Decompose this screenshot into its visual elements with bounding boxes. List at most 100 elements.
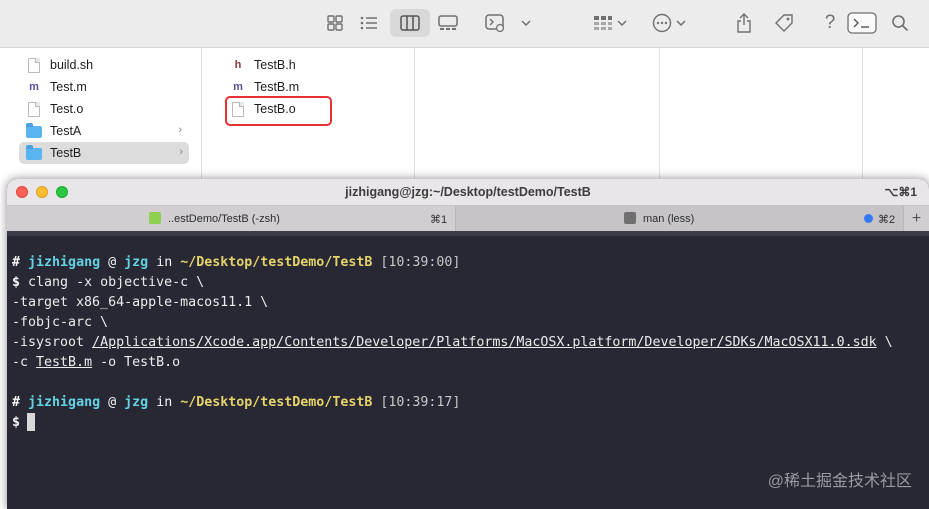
file-item-testb-m[interactable]: m TestB.m: [230, 76, 400, 98]
prompt-at: @: [108, 395, 117, 410]
document-icon: [26, 101, 42, 117]
header-file-icon: h: [234, 59, 242, 71]
icon-view-button[interactable]: [322, 9, 348, 37]
chevron-right-icon: ›: [179, 146, 183, 158]
gallery-icon: [438, 15, 458, 30]
prompt-in: in: [156, 255, 173, 270]
command-line-2: -target x86_64-apple-macos11.1 \: [12, 295, 269, 310]
prompt-hash: #: [12, 255, 21, 270]
terminal-toggle-button[interactable]: [845, 9, 879, 37]
command-prompt: $: [12, 275, 21, 290]
tab-label: man (less): [643, 213, 695, 225]
prompt-line-2: # jizhigang @ jzg in ~/Desktop/testDemo/…: [12, 393, 460, 413]
isysroot-flag: -isysroot: [12, 335, 93, 350]
terminal-prompt-icon: [847, 12, 877, 34]
chevron-down-icon: [617, 20, 627, 26]
chevron-down-icon: [676, 20, 686, 26]
ellipsis-circle-icon: [652, 13, 672, 33]
columns-icon: [400, 15, 420, 31]
watermark: @稀土掘金技术社区: [767, 473, 912, 490]
prompt-at: @: [108, 255, 117, 270]
folder-icon: [26, 123, 42, 139]
command-text: clang -x objective-c \: [28, 275, 205, 290]
tab-shortcut: ⌘2: [878, 214, 896, 226]
folder-icon: [26, 145, 42, 161]
command-line-1: $ clang -x objective-c \: [12, 273, 204, 293]
file-name: TestB.m: [254, 80, 300, 94]
command-prompt: $: [12, 415, 21, 430]
share-icon: [737, 13, 751, 33]
tab-zsh[interactable]: ..estDemo/TestB (-zsh) ⌘1: [7, 206, 455, 232]
prompt-host: jzg: [124, 255, 149, 270]
gallery-view-button[interactable]: [434, 9, 462, 37]
terminal-titlebar: jizhigang@jzg:~/Desktop/testDemo/TestB ⌥…: [7, 179, 929, 205]
compile-flag: -c: [12, 355, 37, 370]
objc-source-icon: m: [233, 81, 243, 93]
list-view-button[interactable]: [356, 9, 382, 37]
prompt-line-1: # jizhigang @ jzg in ~/Desktop/testDemo/…: [12, 253, 460, 273]
finder-toolbar: ?: [0, 0, 929, 48]
prompt-host: jzg: [124, 395, 149, 410]
prompt-time: [10:39:00]: [380, 255, 461, 270]
folder-item-testb[interactable]: TestB ›: [19, 142, 189, 164]
group-button[interactable]: [590, 9, 630, 37]
help-button[interactable]: ?: [820, 9, 840, 37]
search-icon: [892, 15, 909, 32]
grid-icon: [327, 15, 343, 31]
file-name: TestB.h: [254, 58, 296, 72]
file-item-testb-h[interactable]: h TestB.h: [230, 54, 400, 76]
group-icon: [594, 16, 612, 30]
output-flag: -o TestB.o: [92, 355, 181, 370]
prompt-path: ~/Desktop/testDemo/TestB: [180, 395, 373, 410]
command-line-5: -c TestB.m -o TestB.o: [12, 353, 180, 373]
new-tab-button[interactable]: +: [903, 206, 929, 232]
window-shortcut: ⌥⌘1: [884, 185, 917, 199]
tag-button[interactable]: [770, 9, 798, 37]
chevron-down-icon: [521, 20, 531, 26]
prompt-in: in: [156, 395, 173, 410]
list-icon: [360, 16, 377, 30]
file-name: Test.m: [50, 80, 87, 94]
command-line-4: -isysroot /Applications/Xcode.app/Conten…: [12, 333, 893, 353]
objc-source-icon: m: [29, 81, 39, 93]
highlight-annotation-box: [225, 96, 332, 126]
more-actions-button[interactable]: [649, 9, 689, 37]
column-view-button[interactable]: [390, 9, 430, 37]
folder-item-testa[interactable]: TestA ›: [22, 120, 188, 142]
question-icon: ?: [824, 12, 836, 33]
source-file[interactable]: TestB.m: [36, 355, 92, 370]
tab-shortcut: ⌘1: [430, 214, 448, 226]
prompt-user: jizhigang: [28, 255, 101, 270]
prompt-hash: #: [12, 395, 21, 410]
terminal-title: jizhigang@jzg:~/Desktop/testDemo/TestB: [345, 185, 591, 199]
prompt-path: ~/Desktop/testDemo/TestB: [180, 255, 373, 270]
terminal-window: jizhigang@jzg:~/Desktop/testDemo/TestB ⌥…: [7, 179, 929, 509]
prompt-user: jizhigang: [28, 395, 101, 410]
prompt-line-3: $: [12, 413, 36, 433]
folder-name: TestA: [50, 124, 82, 138]
file-item-test-o[interactable]: Test.o: [22, 98, 188, 120]
search-icon: [624, 212, 636, 224]
prompt-time: [10:39:17]: [380, 395, 461, 410]
file-item-build-sh[interactable]: build.sh: [22, 54, 188, 76]
tab-label: ..estDemo/TestB (-zsh): [168, 213, 280, 225]
terminal-tabbar: ..estDemo/TestB (-zsh) ⌘1 man (less) ⌘2 …: [7, 205, 929, 232]
tag-icon: [775, 14, 793, 32]
document-icon: [26, 57, 42, 73]
text-cursor: [27, 413, 36, 431]
line-continuation: \: [876, 335, 893, 350]
folder-name: TestB: [50, 146, 82, 160]
terminal-action-button[interactable]: [480, 9, 536, 37]
terminal-top-strip: [7, 231, 929, 236]
sdk-path[interactable]: /Applications/Xcode.app/Contents/Develop…: [92, 335, 877, 350]
share-button[interactable]: [732, 9, 756, 37]
tab-man-less[interactable]: man (less) ⌘2: [455, 206, 903, 232]
file-item-test-m[interactable]: m Test.m: [22, 76, 188, 98]
search-button[interactable]: [888, 9, 912, 37]
chevron-right-icon: ›: [178, 124, 182, 136]
terminal-app-icon: [485, 14, 505, 32]
terminal-icon: [149, 212, 161, 224]
activity-dot: [864, 214, 873, 223]
file-name: build.sh: [50, 58, 94, 72]
file-name: Test.o: [50, 102, 84, 116]
